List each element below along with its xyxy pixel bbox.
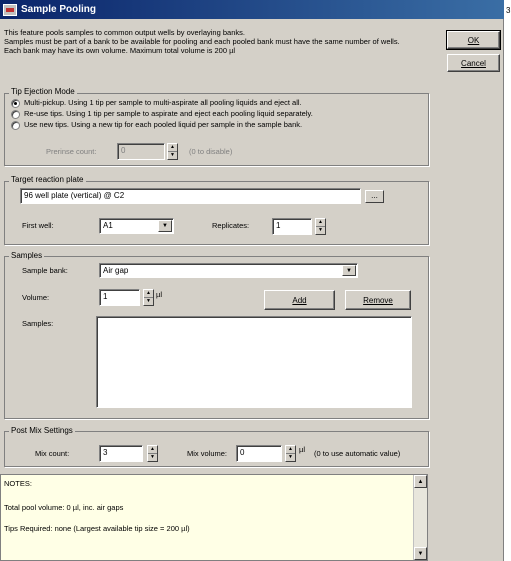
- ok-button-label: OK: [467, 35, 480, 45]
- samples-listbox[interactable]: [96, 316, 412, 408]
- reuse-tips-label: Re-use tips. Using 1 tip per sample to a…: [24, 109, 313, 118]
- tip-ejection-title: Tip Ejection Mode: [9, 87, 77, 97]
- replicates-input[interactable]: 1: [272, 218, 312, 235]
- multi-pickup-radio[interactable]: [11, 99, 20, 108]
- mix-volume-unit: µl: [299, 445, 305, 454]
- mix-volume-hint: (0 to use automatic value): [314, 449, 401, 458]
- window-title: Sample Pooling: [21, 4, 97, 15]
- add-button[interactable]: Add: [264, 290, 335, 310]
- chevron-down-icon[interactable]: ▼: [148, 454, 157, 462]
- volume-spinner[interactable]: ▲ ▼: [143, 289, 154, 306]
- chevron-down-icon[interactable]: ▼: [168, 152, 177, 160]
- chevron-down-icon[interactable]: ▼: [316, 227, 325, 235]
- sample-bank-label: Sample bank:: [22, 266, 68, 275]
- target-plate-field[interactable]: 96 well plate (vertical) @ C2: [20, 188, 361, 204]
- scroll-up-arrow-icon[interactable]: ▲: [414, 475, 427, 488]
- notes-heading: NOTES:: [4, 479, 32, 488]
- intro-line-2: Samples must be part of a bank to be ava…: [4, 37, 400, 46]
- post-mix-title: Post Mix Settings: [9, 426, 75, 436]
- chevron-down-icon[interactable]: ▼: [158, 220, 172, 232]
- browse-plate-button[interactable]: ...: [365, 190, 384, 203]
- samples-title: Samples: [9, 251, 45, 261]
- first-well-label: First well:: [22, 221, 54, 230]
- cancel-button-label: Cancel: [461, 58, 486, 68]
- volume-label: Volume:: [22, 293, 50, 302]
- new-tips-label: Use new tips. Using a new tip for each p…: [24, 120, 303, 129]
- chevron-up-icon[interactable]: ▲: [316, 219, 325, 227]
- prerinse-hint: (0 to disable): [189, 147, 233, 156]
- prerinse-input[interactable]: 0: [117, 143, 165, 160]
- scroll-down-arrow-icon[interactable]: ▼: [414, 547, 427, 560]
- replicates-spinner[interactable]: ▲ ▼: [315, 218, 326, 235]
- intro-line-3: Each bank may have its own volume. Maxim…: [4, 46, 236, 55]
- remove-button-label: Remove: [363, 295, 393, 305]
- mix-volume-label: Mix volume:: [187, 449, 228, 458]
- target-plate-title: Target reaction plate: [9, 175, 86, 185]
- chevron-up-icon[interactable]: ▲: [286, 446, 295, 454]
- first-well-value: A1: [103, 221, 113, 230]
- replicates-label: Replicates:: [212, 221, 250, 230]
- first-well-select[interactable]: A1 ▼: [99, 218, 174, 234]
- sample-bank-value: Air gap: [103, 266, 129, 275]
- prerinse-label: Prerinse count:: [46, 147, 97, 156]
- mix-count-input[interactable]: 3: [99, 445, 143, 462]
- sample-bank-select[interactable]: Air gap ▼: [99, 263, 358, 278]
- samples-list-label: Samples:: [22, 319, 54, 328]
- cancel-button[interactable]: Cancel: [447, 54, 500, 72]
- intro-text: This feature pools samples to common out…: [4, 28, 412, 70]
- mix-volume-input[interactable]: 0: [236, 445, 282, 462]
- intro-line-1: This feature pools samples to common out…: [4, 28, 245, 37]
- reuse-tips-radio[interactable]: [11, 110, 20, 119]
- chevron-up-icon[interactable]: ▲: [168, 144, 177, 152]
- sample-pooling-dialog: Sample Pooling This feature pools sample…: [0, 0, 504, 561]
- new-tips-radio[interactable]: [11, 121, 20, 130]
- chevron-down-icon[interactable]: ▼: [286, 454, 295, 462]
- add-button-label: Add: [292, 295, 307, 305]
- mix-count-label: Mix count:: [35, 449, 70, 458]
- notes-total-volume: Total pool volume: 0 µl, inc. air gaps: [4, 503, 124, 512]
- volume-unit: µl: [156, 290, 162, 299]
- mix-count-spinner[interactable]: ▲ ▼: [147, 445, 158, 462]
- notes-tips-required: Tips Required: none (Largest available t…: [4, 524, 190, 533]
- title-bar: Sample Pooling: [0, 0, 504, 19]
- chevron-down-icon[interactable]: ▼: [144, 298, 153, 306]
- chevron-up-icon[interactable]: ▲: [144, 290, 153, 298]
- chevron-down-icon[interactable]: ▼: [342, 265, 356, 276]
- volume-input[interactable]: 1: [99, 289, 140, 306]
- app-icon: [3, 3, 17, 16]
- mix-volume-spinner[interactable]: ▲ ▼: [285, 445, 296, 462]
- remove-button[interactable]: Remove: [345, 290, 411, 310]
- chevron-up-icon[interactable]: ▲: [148, 446, 157, 454]
- prerinse-spinner[interactable]: ▲ ▼: [167, 143, 178, 160]
- notes-panel: NOTES: Total pool volume: 0 µl, inc. air…: [0, 474, 428, 561]
- notes-scrollbar[interactable]: ▲ ▼: [413, 475, 427, 560]
- edge-mark: 3: [506, 6, 511, 15]
- ok-button[interactable]: OK: [446, 30, 501, 50]
- multi-pickup-label: Multi-pickup. Using 1 tip per sample to …: [24, 98, 302, 107]
